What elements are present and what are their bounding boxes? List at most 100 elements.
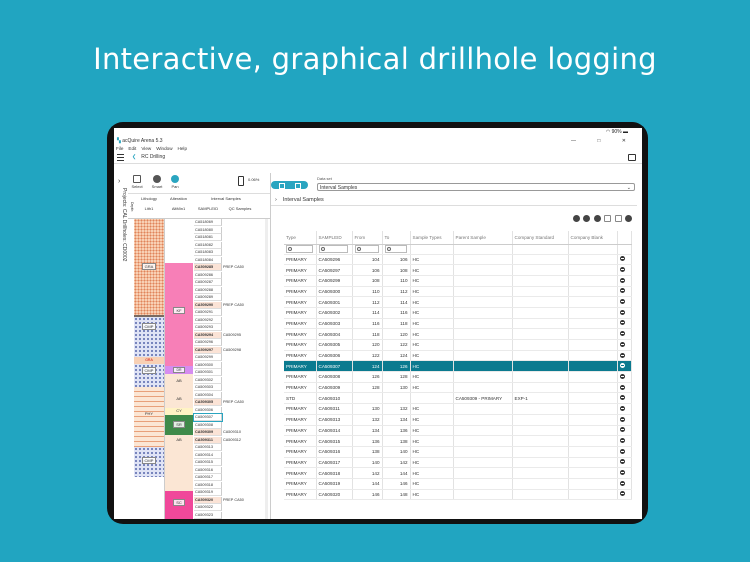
table-cell[interactable] [568, 467, 618, 479]
table-cell[interactable] [512, 339, 569, 351]
table-cell[interactable]: 134 [382, 414, 411, 426]
log-sample-cell[interactable]: CA509320 [194, 496, 222, 504]
table-row[interactable]: PRIMARY CA509301 112 114 HC [284, 296, 632, 308]
remove-row-icon[interactable] [619, 416, 625, 422]
remove-row-icon[interactable] [619, 320, 625, 326]
column-header[interactable]: To [382, 231, 411, 245]
table-cell[interactable]: PRIMARY [284, 435, 317, 447]
log-qc-cell[interactable] [222, 512, 258, 519]
table-cell[interactable]: 114 [382, 296, 411, 308]
log-qc-cell[interactable] [222, 227, 258, 234]
filter-search-input[interactable] [354, 245, 379, 253]
help-icon[interactable] [625, 215, 632, 222]
table-cell[interactable]: HC [410, 296, 454, 308]
log-sample-cell[interactable]: CA509302 [194, 376, 222, 384]
table-cell[interactable]: CA509314 [316, 425, 353, 437]
table-cell[interactable] [512, 318, 569, 330]
log-qc-cell[interactable] [222, 257, 258, 264]
table-cell[interactable]: PRIMARY [284, 467, 317, 479]
table-cell[interactable] [512, 403, 569, 415]
table-cell[interactable] [568, 446, 618, 458]
log-sample-cell[interactable]: CA518069 [194, 219, 222, 226]
table-cell[interactable] [568, 360, 618, 373]
log-sample-cell[interactable]: CA518081 [194, 234, 222, 241]
log-sample-cell[interactable]: CA509311 [194, 436, 222, 444]
table-cell[interactable]: 110 [352, 286, 383, 298]
table-cell[interactable] [512, 457, 569, 469]
table-row[interactable]: PRIMARY CA509305 120 122 HC [284, 339, 632, 351]
table-cell[interactable]: HC [410, 457, 454, 469]
table-cell[interactable]: CA509311 [316, 403, 353, 415]
alteration-interval-kf[interactable]: KF [165, 263, 193, 366]
log-sample-cell[interactable]: CA509316 [194, 466, 222, 474]
table-cell[interactable]: HC [410, 446, 454, 458]
table-cell[interactable]: CA509300 [316, 286, 353, 298]
table-cell[interactable] [512, 275, 569, 287]
table-cell[interactable]: PRIMARY [284, 446, 317, 458]
table-cell[interactable] [512, 435, 569, 447]
log-sample-cell[interactable]: CA509299 [194, 354, 222, 361]
table-row[interactable]: PRIMARY CA509299 108 110 HC [284, 275, 632, 287]
column-header[interactable]: Sample Types [410, 231, 454, 245]
table-cell[interactable]: 126 [382, 360, 411, 373]
table-cell[interactable] [453, 307, 513, 319]
table-cell[interactable] [512, 350, 569, 362]
column-header[interactable]: Company Standard [512, 231, 569, 245]
table-cell[interactable] [568, 275, 618, 287]
table-cell[interactable]: 146 [352, 489, 383, 501]
lithology-interval-cmp[interactable]: CMP [134, 317, 164, 357]
log-sample-cell[interactable]: CA509287 [194, 279, 222, 286]
table-cell[interactable] [568, 478, 618, 490]
table-cell[interactable]: EXP-1 [512, 392, 569, 405]
lithology-interval-gra[interactable]: GRA [134, 357, 164, 364]
lithology-interval-phy[interactable]: PHY [134, 387, 164, 447]
log-qc-cell[interactable] [222, 422, 258, 429]
table-cell[interactable] [568, 318, 618, 330]
table-cell[interactable]: PRIMARY [284, 318, 317, 330]
table-cell[interactable]: HC [410, 307, 454, 319]
table-cell[interactable]: CA509317 [316, 457, 353, 469]
table-row[interactable]: PRIMARY CA509316 138 140 HC [284, 446, 632, 458]
table-cell[interactable] [453, 296, 513, 308]
table-cell[interactable]: 130 [352, 403, 383, 415]
table-cell[interactable]: 140 [352, 457, 383, 469]
log-sample-cell[interactable]: CA509285 [194, 264, 222, 271]
table-cell[interactable]: HC [410, 403, 454, 415]
table-cell[interactable]: PRIMARY [284, 403, 317, 415]
table-cell[interactable] [453, 425, 513, 437]
log-sample-cell[interactable]: CA509292 [194, 316, 222, 324]
table-cell[interactable] [453, 360, 513, 373]
table-cell[interactable]: HC [410, 478, 454, 490]
table-cell[interactable] [568, 328, 618, 340]
table-cell[interactable] [568, 414, 618, 426]
device-preview-icon[interactable] [238, 176, 244, 186]
log-sample-cell[interactable]: CA509304 [194, 391, 222, 399]
log-qc-cell[interactable] [222, 384, 258, 391]
log-sample-cell[interactable]: CA509323 [194, 511, 222, 519]
log-qc-cell[interactable] [222, 324, 258, 331]
table-cell[interactable]: CA509319 [316, 478, 353, 490]
view-toggle[interactable] [271, 181, 308, 189]
column-header[interactable]: SAMPLEID [316, 231, 353, 245]
table-cell[interactable]: 134 [352, 425, 383, 437]
log-sample-cell[interactable]: CA509301 [194, 369, 222, 376]
table-cell[interactable]: 126 [352, 371, 383, 383]
table-cell[interactable] [453, 339, 513, 351]
table-cell[interactable]: PRIMARY [284, 275, 317, 287]
log-qc-cell[interactable] [222, 242, 258, 249]
table-view-icon[interactable] [279, 183, 285, 189]
table-cell[interactable] [512, 307, 569, 319]
table-cell[interactable] [568, 392, 618, 405]
table-cell[interactable]: CA509306 [316, 350, 353, 362]
log-sample-cell[interactable]: CA509303 [194, 384, 222, 391]
table-cell[interactable]: 122 [382, 339, 411, 351]
alteration-interval-dr[interactable]: DR [165, 366, 193, 374]
log-qc-cell[interactable] [222, 452, 258, 459]
chat-icon[interactable] [628, 154, 636, 161]
table-cell[interactable] [512, 254, 569, 266]
undo-icon[interactable] [614, 215, 622, 222]
remove-row-icon[interactable] [619, 277, 625, 283]
table-cell[interactable] [512, 414, 569, 426]
alteration-interval-cy[interactable]: CY [165, 408, 193, 415]
log-qc-cell[interactable] [222, 482, 258, 489]
